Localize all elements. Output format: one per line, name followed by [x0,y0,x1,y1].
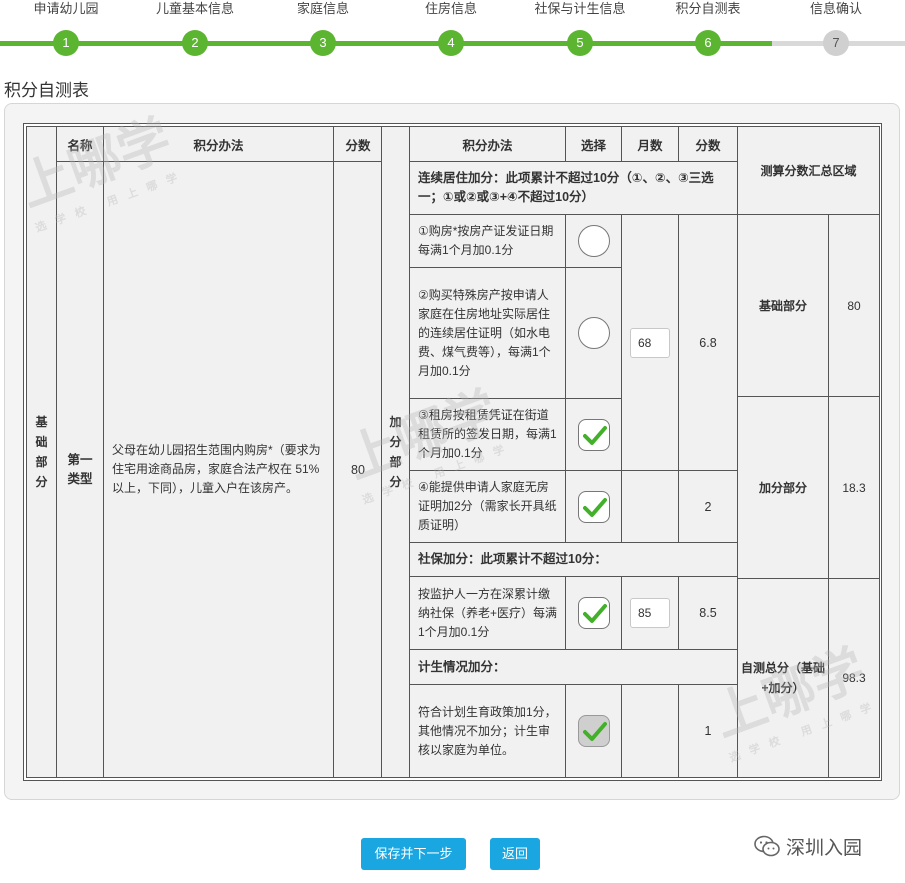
social-section-title: 社保加分：此项累计不超过10分： [409,542,738,577]
base-score-value: 80 [333,161,383,778]
family-item: 符合计划生育政策加1分，其他情况不加分；计生审核以家庭为单位。 [409,684,566,778]
brand-logo: 深圳入园 [754,833,862,859]
step-family-info[interactable]: 家庭信息 3 [268,0,378,56]
social-item-select [565,576,622,650]
checkmark-icon [582,497,607,517]
summary-total-value: 98.3 [827,578,881,778]
residence-item-3-checkbox[interactable] [577,418,610,451]
step-number: 7 [823,30,849,56]
step-label: 社保与计生信息 [534,1,626,16]
step-label: 家庭信息 [296,1,349,16]
step-housing-info[interactable]: 住房信息 4 [396,0,506,56]
score-table-frame: 基础部分 名称 积分办法 分数 第一类型 父母在幼儿园招生范围内购房*（要求为住… [23,123,882,781]
residence-item-2-radio[interactable] [577,317,610,349]
residence-item-3-select [565,398,622,471]
step-number: 6 [695,30,721,56]
social-months-cell [621,576,679,650]
page-title: 积分自测表 [4,81,89,100]
brand-name: 深圳入园 [786,837,863,859]
social-months-input[interactable] [630,598,670,628]
base-method-text: 父母在幼儿园招生范围内购房*（要求为住宅用途商品房，家庭合法产权在 51%以上，… [103,161,334,778]
step-social-info[interactable]: 社保与计生信息 5 [525,0,635,56]
step-label: 积分自测表 [675,1,741,16]
step-child-info[interactable]: 儿童基本信息 2 [140,0,250,56]
summary-bonus-label: 加分部分 [737,396,829,579]
header-select: 选择 [565,126,622,162]
step-number: 5 [567,30,593,56]
back-button[interactable]: 返回 [490,838,540,870]
no-house-months-cell [621,470,679,543]
header-bonus-score: 分数 [678,126,738,162]
wechat-icon [754,835,780,857]
header-bonus-method: 积分办法 [409,126,566,162]
checkmark-icon [582,425,607,445]
summary-base-value: 80 [827,214,881,397]
bonus-score-table: 加分部分 积分办法 选择 月数 分数 连续居住加分：此项累计不超过10分（①、②… [381,126,738,778]
residence-months-input[interactable] [630,327,670,358]
bonus-group-label: 加分部分 [381,126,410,778]
header-method: 积分办法 [103,126,334,162]
base-group-label: 基础部分 [26,126,57,778]
residence-item-4-select [565,470,622,543]
summary-table: 测算分数汇总区域 基础部分 80 加分部分 18.3 自测总分（基础+加分） 9… [736,126,881,778]
residence-section-title: 连续居住加分：此项累计不超过10分（①、②、③三选一；①或②或③+④不超过10分… [409,161,738,215]
step-confirm[interactable]: 信息确认 7 [781,0,891,56]
header-name: 名称 [56,126,104,162]
residence-item-1-select [565,214,622,268]
type-label: 第一类型 [56,161,104,778]
family-months-cell [621,684,679,778]
save-and-next-button[interactable]: 保存并下一步 [361,838,466,870]
step-number: 4 [438,30,464,56]
residence-item-3: ③租房按租赁凭证在街道租赁所的签发日期，每满1个月加0.1分 [409,398,566,471]
residence-item-4-checkbox[interactable] [577,490,610,523]
summary-title: 测算分数汇总区域 [736,126,881,215]
step-label: 申请幼儿园 [33,1,99,16]
step-label: 儿童基本信息 [155,1,234,16]
no-house-score-value: 2 [678,470,738,543]
family-item-checkbox[interactable] [577,715,610,747]
progress-stepper: 申请幼儿园 1 儿童基本信息 2 家庭信息 3 住房信息 4 社保与计生信息 5… [0,0,905,62]
checkmark-icon [582,722,607,741]
summary-total-label: 自测总分（基础+加分） [737,578,829,778]
step-number: 2 [182,30,208,56]
score-panel: 基础部分 名称 积分办法 分数 第一类型 父母在幼儿园招生范围内购房*（要求为住… [4,103,900,800]
checkmark-icon [582,604,607,623]
step-number: 1 [53,30,79,56]
residence-item-2: ②购买特殊房产按申请人家庭在住房地址实际居住的连续居住证明（如水电费、煤气费等）… [409,267,566,399]
header-months: 月数 [621,126,679,162]
step-score-self-test[interactable]: 积分自测表 6 [653,0,763,56]
family-item-select [565,684,622,778]
social-item-checkbox[interactable] [577,597,610,629]
summary-bonus-value: 18.3 [827,396,881,579]
step-number: 3 [310,30,336,56]
step-label: 信息确认 [809,1,862,16]
social-item: 按监护人一方在深累计缴纳社保（养老+医疗）每满1个月加0.1分 [409,576,566,650]
base-score-table: 基础部分 名称 积分办法 分数 第一类型 父母在幼儿园招生范围内购房*（要求为住… [26,126,383,778]
header-score: 分数 [333,126,383,162]
residence-item-1-radio[interactable] [577,225,610,257]
residence-item-4: ④能提供申请人家庭无房证明加2分（需家长开具纸质证明） [409,470,566,543]
family-score-value: 1 [678,684,738,778]
residence-item-1: ①购房*按房产证发证日期每满1个月加0.1分 [409,214,566,268]
step-label: 住房信息 [424,1,477,16]
residence-months-cell [621,214,679,471]
residence-item-2-select [565,267,622,399]
residence-score-value: 6.8 [678,214,738,471]
family-section-title: 计生情况加分： [409,649,738,685]
summary-base-label: 基础部分 [737,214,829,397]
step-apply-kindergarten[interactable]: 申请幼儿园 1 [11,0,121,56]
social-score-value: 8.5 [678,576,738,650]
